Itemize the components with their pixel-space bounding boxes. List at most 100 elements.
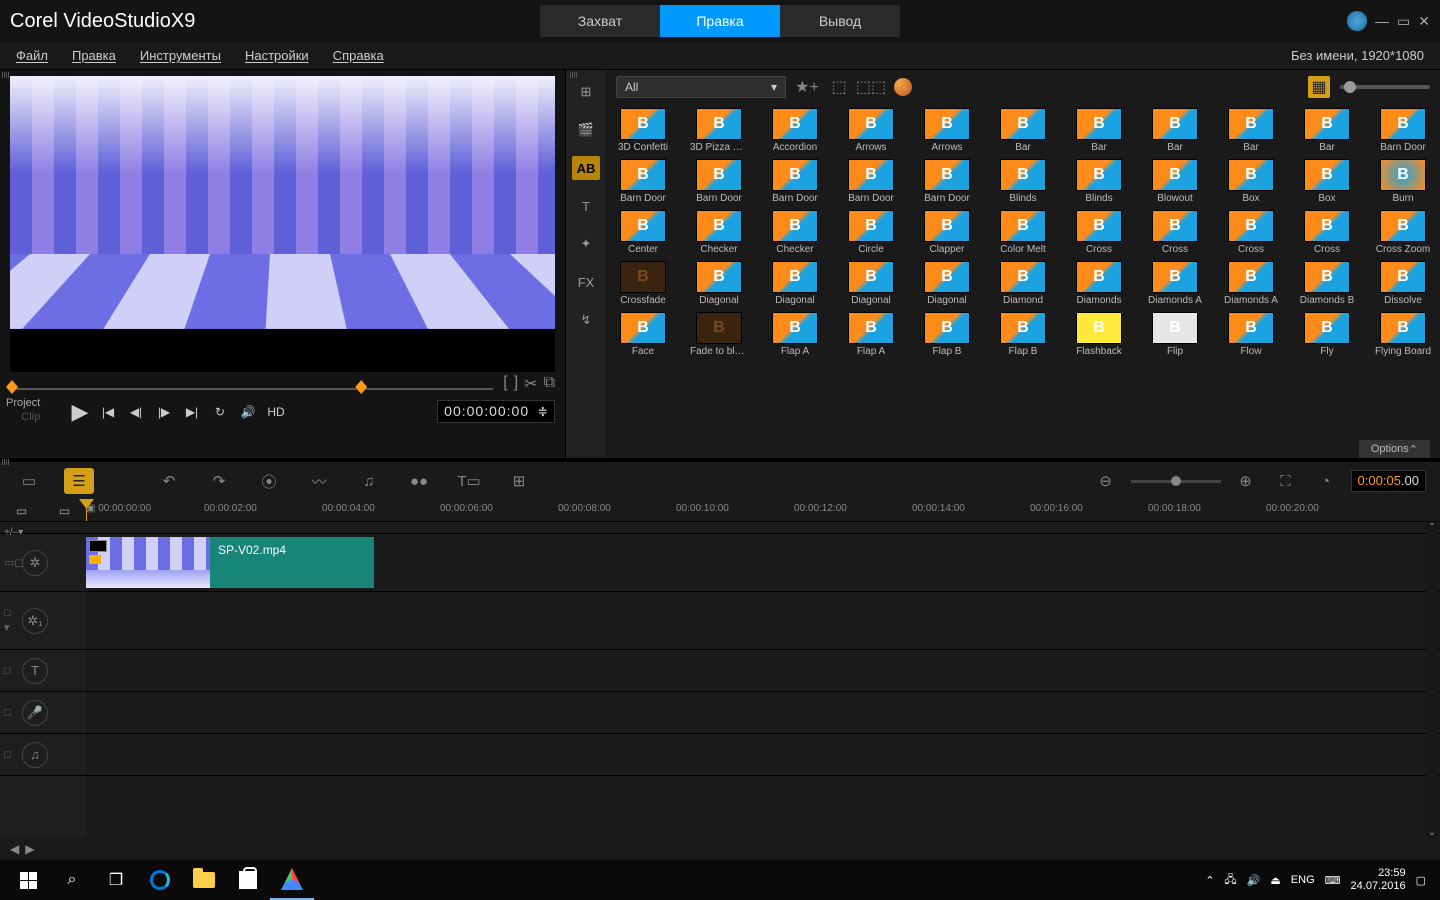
timeline-view-button[interactable]: ☰ bbox=[64, 468, 94, 494]
tray-keyboard-icon[interactable]: ⌨ bbox=[1325, 874, 1341, 887]
transition-item[interactable]: BDiamond bbox=[996, 261, 1050, 306]
library-filter-combo[interactable]: All▾ bbox=[616, 76, 786, 98]
tray-clock[interactable]: 23:59 24.07.2016 bbox=[1351, 867, 1406, 893]
transition-item[interactable]: BBarn Door bbox=[692, 159, 746, 204]
transition-item[interactable]: BCross bbox=[1072, 210, 1126, 255]
tab-edit[interactable]: Правка bbox=[660, 5, 780, 37]
volume-button[interactable]: 🔊 bbox=[238, 402, 258, 422]
voice-lane[interactable] bbox=[86, 692, 1440, 734]
track-collapse-toggle[interactable]: +/–▾ bbox=[4, 527, 23, 538]
view-thumb-icon[interactable]: ▦ bbox=[1308, 76, 1330, 98]
transition-item[interactable]: BDiagonal bbox=[768, 261, 822, 306]
transition-item[interactable]: BBarn Door bbox=[920, 159, 974, 204]
fit-button[interactable]: ⛶ bbox=[1271, 468, 1301, 494]
transition-item[interactable]: BArrows bbox=[844, 108, 898, 153]
transition-item[interactable]: BFlow bbox=[1224, 312, 1278, 357]
mark-out-handle[interactable] bbox=[355, 380, 367, 394]
transition-item[interactable]: BDiamonds bbox=[1072, 261, 1126, 306]
track-header-music[interactable]: □♫ bbox=[0, 734, 86, 776]
zoom-slider[interactable] bbox=[1131, 480, 1221, 483]
undo-button[interactable]: ↶ bbox=[154, 468, 184, 494]
next-frame-button[interactable]: |▶ bbox=[154, 402, 174, 422]
thumb-size-slider[interactable] bbox=[1340, 85, 1430, 89]
play-button[interactable]: ▶ bbox=[70, 402, 90, 422]
transition-item[interactable]: B3D Confetti bbox=[616, 108, 670, 153]
transition-item[interactable]: BBarn Door bbox=[844, 159, 898, 204]
libcat-filters[interactable]: FX bbox=[572, 270, 600, 294]
transition-item[interactable]: B3D Pizza Bo… bbox=[692, 108, 746, 153]
transition-item[interactable]: BChecker bbox=[692, 210, 746, 255]
transition-item[interactable]: BDiagonal bbox=[920, 261, 974, 306]
mark-in-button[interactable]: [ bbox=[503, 374, 507, 394]
transition-item[interactable]: BBarn Door bbox=[768, 159, 822, 204]
transition-item[interactable]: BAccordion bbox=[768, 108, 822, 153]
transition-item[interactable]: BFlip bbox=[1148, 312, 1202, 357]
subtitle-button[interactable]: T▭ bbox=[454, 468, 484, 494]
track-header-overlay[interactable]: □▾✲₁ bbox=[0, 592, 86, 650]
transition-item[interactable]: BBar bbox=[1072, 108, 1126, 153]
track-header-title[interactable]: □T bbox=[0, 650, 86, 692]
transition-item[interactable]: BBarn Door bbox=[1376, 108, 1430, 153]
minimize-button[interactable]: — bbox=[1375, 13, 1389, 29]
tray-usb-icon[interactable]: ⏏ bbox=[1270, 874, 1280, 887]
random-icon[interactable] bbox=[892, 76, 914, 98]
taskview-button[interactable]: ❐ bbox=[94, 860, 138, 900]
libcat-media[interactable]: ⊞ bbox=[572, 80, 600, 104]
playhead[interactable] bbox=[86, 500, 87, 521]
transition-item[interactable]: BDiagonal bbox=[844, 261, 898, 306]
globe-icon[interactable] bbox=[1347, 11, 1367, 31]
time-ruler[interactable]: ▭ ▭ ▣ 00:00:00:0000:00:02:0000:00:04:000… bbox=[0, 500, 1440, 522]
snapshot-button[interactable]: ⧉ bbox=[544, 374, 555, 394]
pane-grip-right[interactable] bbox=[570, 72, 578, 78]
video-lane[interactable]: SP-V02.mp4 bbox=[86, 534, 1440, 592]
transition-item[interactable]: BFlying Board bbox=[1376, 312, 1430, 357]
action-center-icon[interactable]: ▢ bbox=[1416, 874, 1426, 887]
transition-item[interactable]: BCross bbox=[1224, 210, 1278, 255]
music-lane[interactable] bbox=[86, 734, 1440, 776]
transition-item[interactable]: BArrows bbox=[920, 108, 974, 153]
track-icon-film[interactable]: ▭ bbox=[16, 504, 27, 518]
hd-toggle[interactable]: HD bbox=[266, 402, 286, 422]
fav-add-icon[interactable]: ★+ bbox=[796, 76, 818, 98]
auto-music-button[interactable]: ♫ bbox=[354, 468, 384, 494]
redo-button[interactable]: ↷ bbox=[204, 468, 234, 494]
transition-item[interactable]: BChecker bbox=[768, 210, 822, 255]
transition-item[interactable]: BBlowout bbox=[1148, 159, 1202, 204]
transition-item[interactable]: BBar bbox=[1224, 108, 1278, 153]
audio-mixer-button[interactable]: 〰 bbox=[304, 468, 334, 494]
timeline-grip[interactable] bbox=[2, 459, 10, 465]
goto-start-button[interactable]: |◀ bbox=[98, 402, 118, 422]
track-header-video[interactable]: ▭◻✲ bbox=[0, 534, 86, 592]
motion-button[interactable]: ●● bbox=[404, 468, 434, 494]
transition-item[interactable]: BFlap A bbox=[844, 312, 898, 357]
menu-edit[interactable]: Правка bbox=[72, 48, 116, 63]
apply-all-icon[interactable]: ⬚⬚ bbox=[860, 76, 882, 98]
transition-item[interactable]: BCrossfade bbox=[616, 261, 670, 306]
duration-icon[interactable]: ◔ bbox=[1311, 468, 1341, 494]
videostudio-taskbar-button[interactable] bbox=[270, 860, 314, 900]
timecode-display[interactable]: 00:00:00:00 ≑ bbox=[437, 400, 555, 423]
apply-current-icon[interactable]: ⬚ bbox=[828, 76, 850, 98]
timeline-clip[interactable]: SP-V02.mp4 bbox=[86, 537, 374, 588]
transition-item[interactable]: BBlinds bbox=[996, 159, 1050, 204]
search-button[interactable]: ⌕ bbox=[50, 860, 94, 900]
transition-item[interactable]: BCenter bbox=[616, 210, 670, 255]
transition-item[interactable]: BBar bbox=[996, 108, 1050, 153]
transition-item[interactable]: BBar bbox=[1300, 108, 1354, 153]
menu-settings[interactable]: Настройки bbox=[245, 48, 309, 63]
pane-grip-left[interactable] bbox=[2, 72, 10, 78]
record-button[interactable]: ⦿ bbox=[254, 468, 284, 494]
edge-button[interactable] bbox=[138, 860, 182, 900]
vertical-scrollbar[interactable]: ⌃⌄ bbox=[1426, 522, 1438, 838]
libcat-titles[interactable]: T bbox=[572, 194, 600, 218]
transition-item[interactable]: BBox bbox=[1300, 159, 1354, 204]
libcat-paths[interactable]: ↯ bbox=[572, 308, 600, 332]
zoom-in-button[interactable]: ⊕ bbox=[1231, 468, 1261, 494]
title-lane[interactable] bbox=[86, 650, 1440, 692]
tab-output[interactable]: Вывод bbox=[780, 5, 900, 37]
transition-item[interactable]: BFlashback bbox=[1072, 312, 1126, 357]
menu-file[interactable]: Файл bbox=[16, 48, 48, 63]
split-button[interactable]: ✂ bbox=[524, 374, 537, 394]
tray-volume-icon[interactable]: 🔊 bbox=[1247, 874, 1261, 887]
menu-tools[interactable]: Инструменты bbox=[140, 48, 221, 63]
